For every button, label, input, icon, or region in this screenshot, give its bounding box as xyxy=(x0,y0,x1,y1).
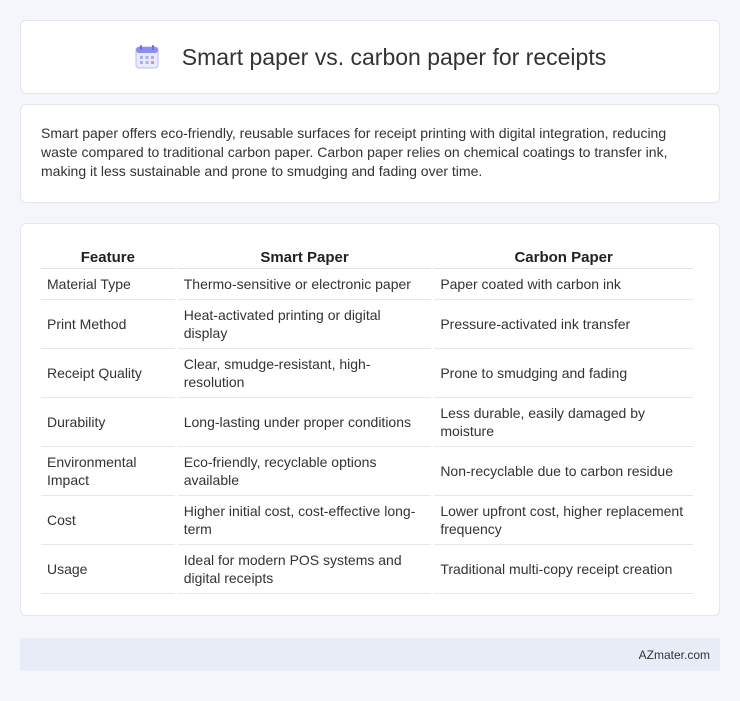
feature-cell: Durability xyxy=(41,398,175,447)
smart-paper-cell: Heat-activated printing or digital displ… xyxy=(177,300,432,349)
table-row: Environmental Impact Eco-friendly, recyc… xyxy=(41,447,693,496)
smart-paper-cell: Thermo-sensitive or electronic paper xyxy=(177,269,432,300)
footer-site-link[interactable]: AZmater.com xyxy=(639,648,710,662)
page-title: Smart paper vs. carbon paper for receipt… xyxy=(181,43,607,70)
title-card: Smart paper vs. carbon paper for receipt… xyxy=(20,20,720,94)
carbon-paper-cell: Prone to smudging and fading xyxy=(434,349,693,398)
smart-paper-cell: Ideal for modern POS systems and digital… xyxy=(177,545,432,594)
feature-cell: Usage xyxy=(41,545,175,594)
smart-paper-cell: Clear, smudge-resistant, high-resolution xyxy=(177,349,432,398)
comparison-table: Feature Smart Paper Carbon Paper Materia… xyxy=(38,246,696,594)
intro-text: Smart paper offers eco-friendly, reusabl… xyxy=(41,125,668,179)
feature-cell: Environmental Impact xyxy=(41,447,175,496)
smart-paper-cell: Long-lasting under proper conditions xyxy=(177,398,432,447)
carbon-paper-cell: Non-recyclable due to carbon residue xyxy=(434,447,693,496)
table-row: Usage Ideal for modern POS systems and d… xyxy=(41,545,693,594)
table-row: Durability Long-lasting under proper con… xyxy=(41,398,693,447)
table-header-row: Feature Smart Paper Carbon Paper xyxy=(41,246,693,269)
table-row: Cost Higher initial cost, cost-effective… xyxy=(41,496,693,545)
feature-cell: Material Type xyxy=(41,269,175,300)
carbon-paper-cell: Pressure-activated ink transfer xyxy=(434,300,693,349)
carbon-paper-cell: Paper coated with carbon ink xyxy=(434,269,693,300)
column-header-smart-paper: Smart Paper xyxy=(177,246,432,269)
column-header-carbon-paper: Carbon Paper xyxy=(434,246,693,269)
carbon-paper-cell: Traditional multi-copy receipt creation xyxy=(434,545,693,594)
calendar-icon xyxy=(134,44,160,70)
column-header-feature: Feature xyxy=(41,246,175,269)
feature-cell: Cost xyxy=(41,496,175,545)
footer: AZmater.com xyxy=(20,638,720,671)
comparison-card: Feature Smart Paper Carbon Paper Materia… xyxy=(20,223,720,616)
smart-paper-cell: Eco-friendly, recyclable options availab… xyxy=(177,447,432,496)
smart-paper-cell: Higher initial cost, cost-effective long… xyxy=(177,496,432,545)
table-row: Print Method Heat-activated printing or … xyxy=(41,300,693,349)
feature-cell: Print Method xyxy=(41,300,175,349)
intro-card: Smart paper offers eco-friendly, reusabl… xyxy=(20,104,720,203)
carbon-paper-cell: Lower upfront cost, higher replacement f… xyxy=(434,496,693,545)
table-row: Receipt Quality Clear, smudge-resistant,… xyxy=(41,349,693,398)
table-row: Material Type Thermo-sensitive or electr… xyxy=(41,269,693,300)
carbon-paper-cell: Less durable, easily damaged by moisture xyxy=(434,398,693,447)
feature-cell: Receipt Quality xyxy=(41,349,175,398)
